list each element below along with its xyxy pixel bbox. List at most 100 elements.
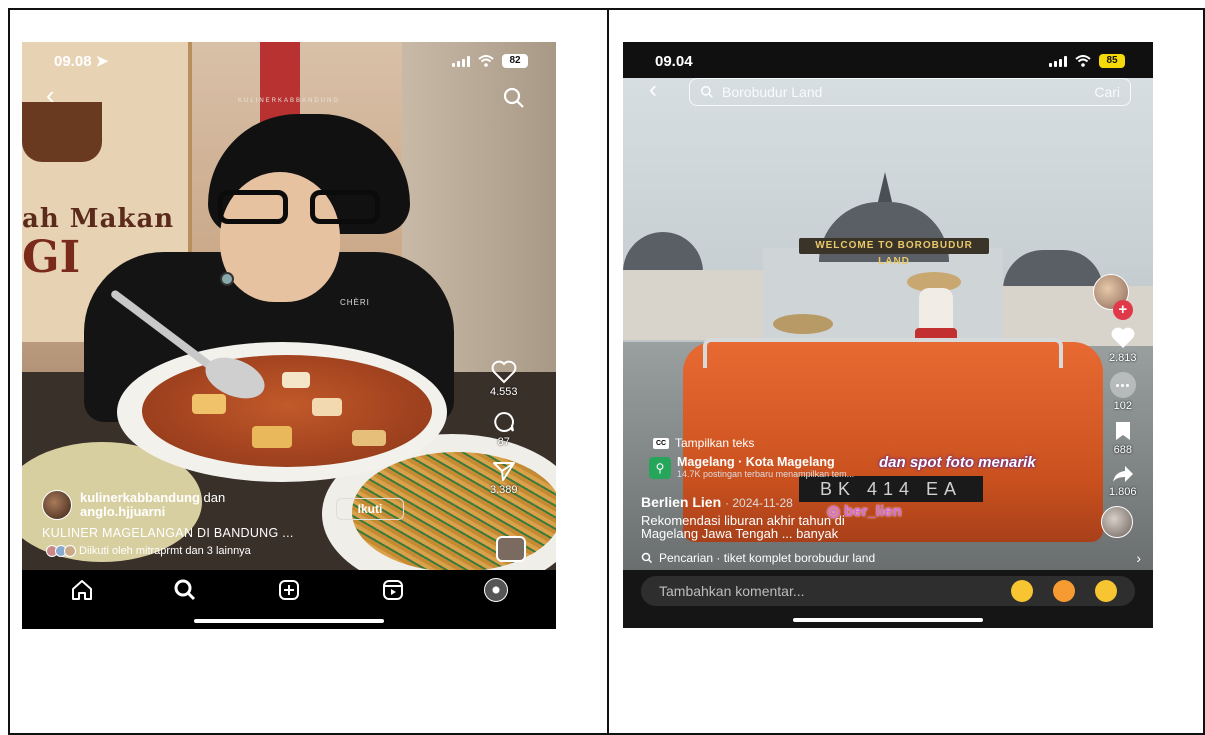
share-action[interactable]: 1.806 — [1109, 464, 1137, 498]
bottom-nav — [22, 570, 556, 629]
food-piece — [282, 372, 310, 388]
share-arrow-icon — [1112, 466, 1133, 482]
author-row[interactable]: Berlien Lien · 2024-11-28 — [641, 494, 793, 510]
location-row[interactable]: ⚲ Magelang · Kota Magelang 14.7K posting… — [649, 456, 854, 479]
comment-input[interactable]: Tambahkan komentar... — [641, 576, 1135, 606]
food-piece — [192, 394, 226, 414]
search-icon[interactable] — [502, 86, 526, 110]
followed-by-text: Diikuti oleh mitraprmt dan 3 lainnya — [79, 545, 251, 557]
profile-avatar[interactable] — [484, 578, 509, 602]
share-count: 1.806 — [1109, 486, 1137, 498]
author-name[interactable]: kulinerkabbandung — [80, 490, 200, 505]
status-bar: 09.08 ➤ 82 — [22, 42, 556, 80]
location-pin-icon: ⚲ — [649, 456, 671, 479]
share-action[interactable]: 3.389 — [490, 460, 518, 496]
heart-icon — [1111, 327, 1135, 348]
smiling-emoji-icon[interactable] — [1095, 580, 1117, 602]
driver-hat — [773, 314, 833, 334]
bookmark-icon — [1115, 422, 1130, 440]
search-icon[interactable] — [173, 578, 197, 602]
license-plate: BK 414 EA — [799, 476, 983, 502]
search-submit-button[interactable]: Cari — [1094, 84, 1120, 100]
search-top-bar: ‹ Borobudur Land Cari — [623, 78, 1153, 110]
comment-action[interactable]: 87 — [492, 410, 516, 448]
wifi-icon — [478, 55, 494, 67]
follow-button[interactable]: Ikuti — [336, 498, 404, 520]
signal-icon — [452, 55, 470, 67]
video-overlay-text: dan spot foto menarik — [879, 454, 1036, 471]
battery-icon: 85 — [1099, 54, 1125, 68]
author-connector: dan — [203, 490, 226, 505]
home-indicator — [793, 618, 983, 622]
battery-icon: 82 — [502, 54, 528, 68]
home-icon[interactable] — [70, 578, 94, 602]
comment-bar: Tambahkan komentar... — [623, 570, 1153, 628]
left-phone-screenshot: ah Makan GI CHÈRI 09.08 ➤ 82 ‹ KULINERKA… — [22, 42, 556, 629]
heart-eyes-emoji-icon[interactable] — [1053, 580, 1075, 602]
glasses — [218, 190, 386, 226]
like-count: 4.553 — [490, 386, 518, 398]
home-indicator — [194, 619, 384, 623]
back-arrow-icon[interactable]: ‹ — [649, 78, 657, 102]
wifi-icon — [1075, 55, 1091, 67]
sign-text-line2: GI — [22, 232, 81, 283]
follower-avatars — [46, 545, 76, 557]
comment-icon — [494, 411, 514, 432]
laughing-emoji-icon[interactable] — [1011, 580, 1033, 602]
location-subtitle: 14.7K postingan terbaru menampilkan tem.… — [677, 469, 855, 479]
share-count: 3.389 — [490, 484, 518, 496]
location-title: Magelang · Kota Magelang — [677, 455, 835, 469]
action-column: 4.553 87 3.389 — [490, 360, 518, 496]
shirt-brand: CHÈRI — [340, 298, 370, 307]
signal-icon — [1049, 55, 1067, 67]
post-date: · 2024-11-28 — [725, 496, 793, 510]
right-phone-screenshot: WELCOME TO BOROBUDUR LAND BK 414 EA 09.0… — [623, 42, 1153, 628]
dome-spire — [877, 172, 893, 206]
like-action[interactable]: 4.553 — [490, 360, 518, 398]
watermark: KULINERKABBANDUNG — [237, 98, 341, 104]
building-wing-left — [623, 270, 773, 340]
sound-avatar[interactable] — [1101, 506, 1133, 538]
comment-action[interactable]: 102 — [1109, 372, 1136, 412]
comment-count: 87 — [497, 436, 510, 448]
collab-name[interactable]: anglo.hjjuarni — [80, 504, 165, 519]
follow-plus-icon[interactable]: + — [1112, 300, 1133, 320]
search-query: Borobudur Land — [722, 84, 823, 100]
back-arrow-icon[interactable]: ‹ — [46, 82, 55, 108]
author-name: Berlien Lien — [641, 494, 722, 510]
followed-by-row: Diikuti oleh mitraprmt dan 3 lainnya — [46, 545, 251, 557]
captions-toggle[interactable]: CC Tampilkan teks — [653, 436, 754, 450]
author-avatar[interactable] — [42, 490, 72, 520]
jeep-windshield — [703, 338, 1063, 368]
gate-banner: WELCOME TO BOROBUDUR LAND — [799, 238, 989, 267]
video-caption[interactable]: Rekomendasi liburan akhir tahun di Magel… — [641, 514, 981, 540]
sign-text-line1: ah Makan — [22, 204, 175, 234]
like-count: 2.813 — [1109, 352, 1137, 364]
cc-icon: CC — [653, 437, 669, 449]
audio-thumbnail[interactable] — [496, 536, 526, 562]
search-suggestion[interactable]: Pencarian · tiket komplet borobudur land… — [641, 550, 1141, 566]
send-icon — [492, 462, 515, 481]
search-icon — [701, 86, 713, 98]
reels-icon[interactable] — [381, 578, 405, 602]
suggestion-text: Pencarian · tiket komplet borobudur land — [659, 551, 876, 565]
heart-icon — [491, 360, 517, 384]
author-row: kulinerkabbandung dan anglo.hjjuarni — [42, 490, 225, 520]
reel-caption[interactable]: KULINER MAGELANGAN DI BANDUNG ... — [42, 526, 294, 540]
save-action[interactable]: 688 — [1113, 420, 1133, 456]
save-count: 688 — [1113, 444, 1132, 456]
status-time: 09.04 — [655, 52, 693, 70]
status-time: 09.08 ➤ — [54, 53, 109, 70]
search-input[interactable]: Borobudur Land Cari — [689, 78, 1131, 106]
status-bar: 09.04 85 — [623, 42, 1153, 80]
like-action[interactable]: 2.813 — [1109, 326, 1137, 364]
shirt-pin — [220, 272, 234, 286]
reels-top-bar: ‹ KULINERKABBANDUNG — [22, 82, 556, 112]
search-icon — [641, 552, 653, 564]
table-divider — [607, 8, 609, 735]
location-arrow-icon: ➤ — [95, 53, 109, 70]
comment-icon — [1109, 372, 1136, 398]
food-piece — [352, 430, 386, 446]
create-icon[interactable] — [277, 578, 301, 602]
chevron-right-icon: › — [1136, 550, 1141, 566]
